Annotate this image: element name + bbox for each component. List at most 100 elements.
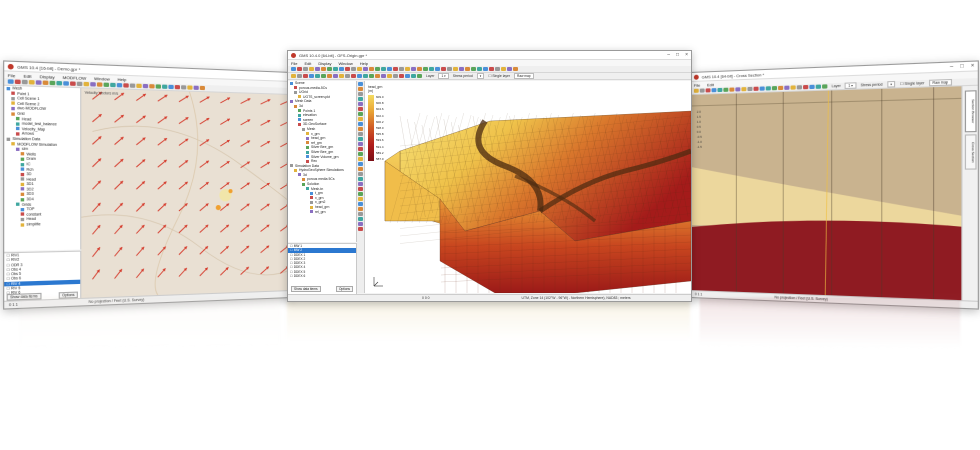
layer-dropdown[interactable]: 1 ▾ (845, 82, 857, 89)
toolbar-icon[interactable] (723, 87, 729, 92)
toolbar-icon[interactable] (321, 67, 326, 71)
center-menu-file[interactable]: File (291, 61, 297, 66)
tool-palette-icon[interactable] (358, 142, 363, 146)
center-menu-edit[interactable]: Edit (304, 61, 311, 66)
toolbar-icon[interactable] (291, 74, 296, 78)
toolbar-icon[interactable] (790, 85, 796, 90)
toolbar-icon[interactable] (417, 67, 422, 71)
toolbar-icon[interactable] (321, 74, 326, 78)
single-layer-checkbox[interactable]: ☐ Single layer (488, 74, 510, 78)
toolbar-icon[interactable] (393, 67, 398, 71)
toolbar-icon[interactable] (809, 84, 815, 90)
toolbar-icon[interactable] (405, 74, 410, 78)
toolbar-icon[interactable] (339, 67, 344, 71)
close-icon[interactable]: × (971, 63, 974, 70)
map-dropdown[interactable]: Raw map (514, 73, 534, 79)
toolbar-icon[interactable] (90, 82, 96, 87)
toolbar-icon[interactable] (103, 82, 110, 88)
toolbar-icon[interactable] (339, 74, 344, 78)
toolbar-icon[interactable] (49, 80, 56, 86)
toolbar-icon[interactable] (784, 85, 790, 90)
tool-palette-icon[interactable] (358, 107, 363, 111)
toolbar-icon[interactable] (129, 83, 136, 88)
toolbar-icon[interactable] (477, 67, 482, 71)
toolbar-icon[interactable] (42, 80, 49, 86)
tool-palette-icon[interactable] (358, 152, 363, 156)
minimize-icon[interactable]: – (950, 64, 953, 71)
left-menu-modflow[interactable]: MODFLOW (63, 74, 87, 80)
toolbar-icon[interactable] (56, 80, 63, 86)
tool-palette-icon[interactable] (358, 227, 363, 231)
toolbar-icon[interactable] (70, 81, 76, 86)
stress-period-dropdown[interactable]: ▾ (887, 80, 896, 88)
toolbar-icon[interactable] (357, 74, 362, 78)
tool-palette-icon[interactable] (358, 192, 363, 196)
toolbar-icon[interactable] (495, 67, 500, 71)
left-graphics-view[interactable]: Velocity Vectors m/s (81, 88, 292, 298)
toolbar-icon[interactable] (155, 84, 161, 89)
toolbar-icon[interactable] (149, 84, 155, 89)
toolbar-icon[interactable] (297, 67, 302, 71)
toolbar-icon[interactable] (411, 74, 416, 78)
center-menu-help[interactable]: Help (360, 61, 368, 66)
tool-palette-icon[interactable] (358, 132, 363, 136)
toolbar-icon[interactable] (123, 83, 129, 88)
left-menu-display[interactable]: Display (40, 73, 55, 79)
tool-palette-icon[interactable] (358, 207, 363, 211)
close-icon[interactable]: × (685, 52, 688, 58)
toolbar-icon[interactable] (399, 67, 404, 71)
single-layer-checkbox[interactable]: ☐ Single layer (900, 81, 925, 86)
tool-palette-icon[interactable] (358, 117, 363, 121)
toolbar-icon[interactable] (381, 67, 386, 71)
tree-item[interactable]: rel_grn (288, 210, 356, 215)
toolbar-icon[interactable] (717, 87, 723, 93)
toolbar-icon[interactable] (315, 74, 320, 78)
toolbar-icon[interactable] (7, 79, 14, 84)
toolbar-icon[interactable] (116, 83, 123, 88)
toolbar-icon[interactable] (501, 67, 506, 71)
toolbar-icon[interactable] (297, 74, 302, 78)
center-options-button[interactable]: Options (336, 286, 353, 292)
toolbar-icon[interactable] (459, 67, 464, 71)
toolbar-icon[interactable] (778, 85, 784, 91)
tool-palette-icon[interactable] (358, 167, 363, 171)
toolbar-icon[interactable] (162, 84, 168, 89)
tool-palette-icon[interactable] (358, 162, 363, 166)
tool-palette-icon[interactable] (358, 157, 363, 161)
toolbar-icon[interactable] (291, 67, 296, 71)
toolbar-icon[interactable] (417, 74, 422, 78)
layer-dropdown[interactable]: 1 ▾ (438, 73, 449, 79)
left-menu-window[interactable]: Window (94, 75, 110, 81)
toolbar-icon[interactable] (351, 67, 356, 71)
toolbar-icon[interactable] (711, 88, 717, 93)
toolbar-icon[interactable] (357, 67, 362, 71)
toolbar-icon[interactable] (411, 67, 416, 71)
toolbar-icon[interactable] (28, 80, 35, 85)
toolbar-icon[interactable] (741, 87, 747, 92)
map-dropdown[interactable]: Raw map (929, 78, 952, 87)
toolbar-icon[interactable] (765, 86, 771, 91)
toolbar-icon[interactable] (327, 67, 332, 71)
toolbar-icon[interactable] (333, 74, 338, 78)
tool-palette-icon[interactable] (358, 127, 363, 131)
center-menu-window[interactable]: Window (338, 61, 352, 66)
velocity-vector-canvas[interactable] (81, 88, 291, 298)
toolbar-icon[interactable] (199, 85, 205, 91)
tool-palette-icon[interactable] (358, 122, 363, 126)
toolbar-icon[interactable] (303, 67, 308, 71)
toolbar-icon[interactable] (136, 83, 142, 89)
left-menu-file[interactable]: File (8, 72, 16, 78)
toolbar-icon[interactable] (693, 88, 699, 93)
tool-palette-icon[interactable] (358, 112, 363, 116)
toolbar-icon[interactable] (168, 84, 174, 90)
minimize-icon[interactable]: – (667, 52, 670, 58)
toolbar-icon[interactable] (193, 85, 199, 90)
tool-palette-icon[interactable] (358, 102, 363, 106)
toolbar-icon[interactable] (759, 86, 765, 91)
tool-palette-icon[interactable] (358, 92, 363, 96)
toolbar-icon[interactable] (699, 88, 705, 93)
toolbar-icon[interactable] (76, 81, 83, 87)
cross-section-tab[interactable]: Cross Section (964, 134, 977, 170)
toolbar-icon[interactable] (815, 84, 822, 89)
toolbar-icon[interactable] (309, 67, 314, 71)
